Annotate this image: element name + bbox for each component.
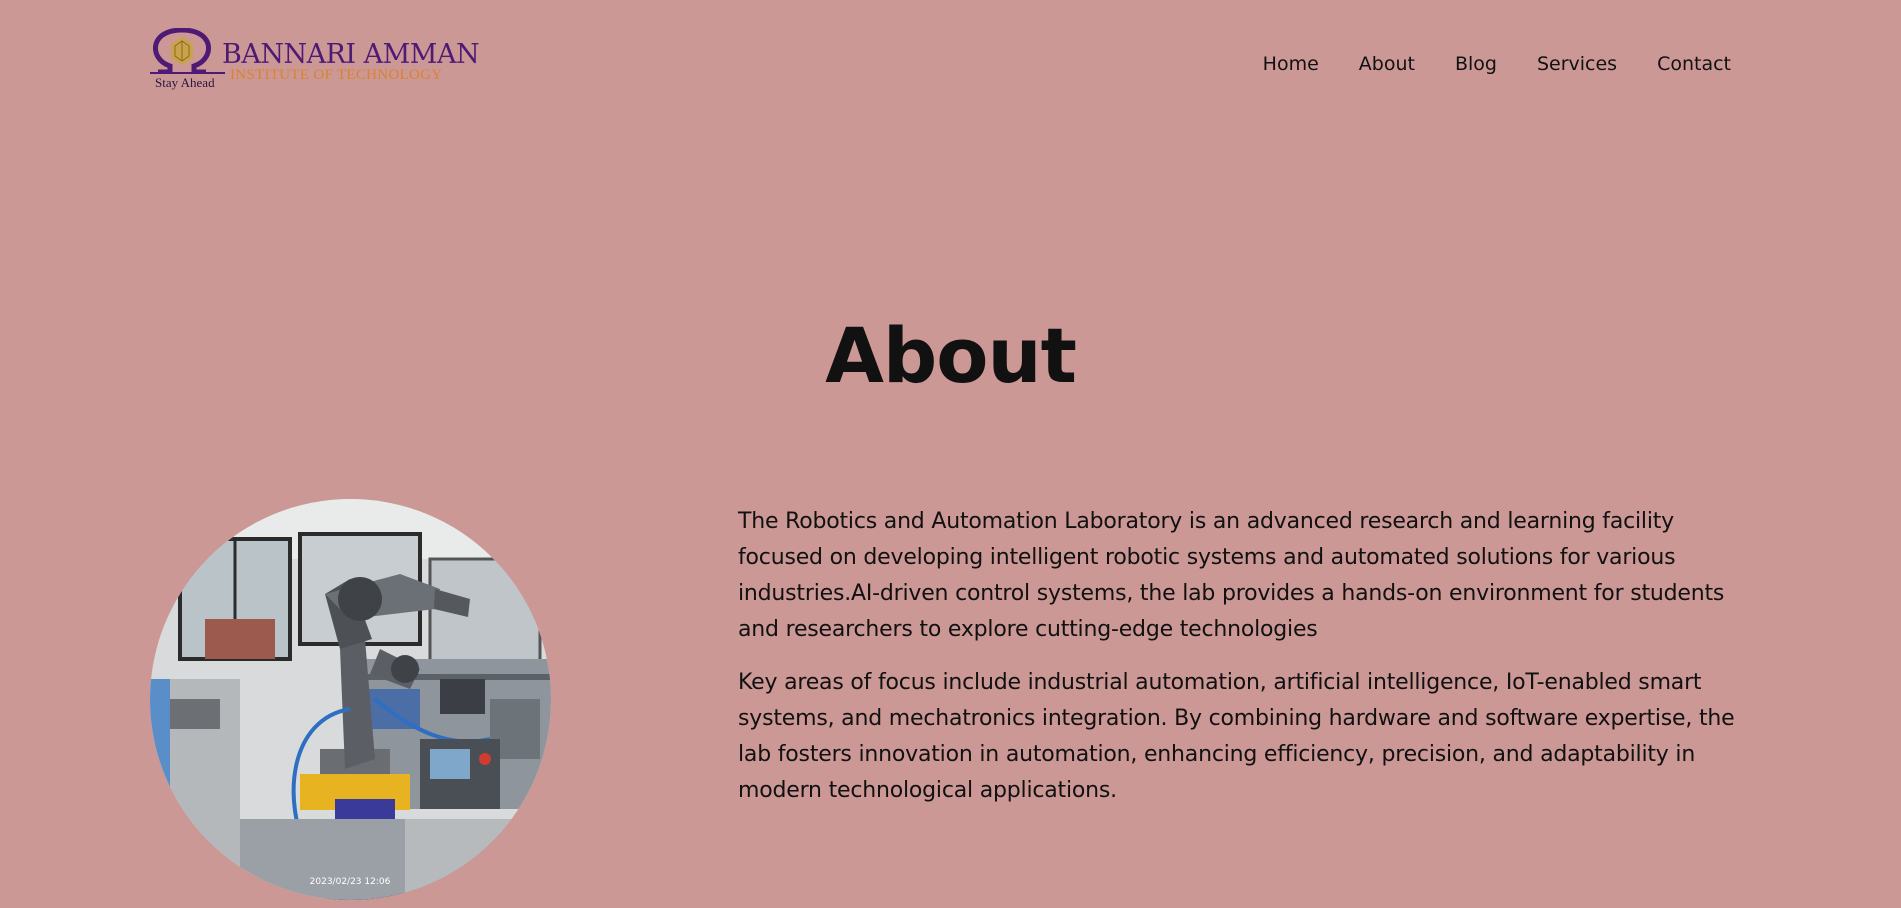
logo-subtitle: INSTITUTE OF TECHNOLOGY <box>230 67 443 83</box>
logo-divider <box>150 72 225 74</box>
logo-tagline: Stay Ahead <box>155 75 215 90</box>
about-content: The Robotics and Automation Laboratory i… <box>738 504 1758 826</box>
page-title-text: About <box>825 311 1077 400</box>
robot-arm-image: 2023/02/23 12:06 <box>150 499 551 900</box>
about-paragraph-1: The Robotics and Automation Laboratory i… <box>738 509 1725 642</box>
nav-home[interactable]: Home <box>1263 53 1319 75</box>
omega-emblem-icon <box>153 28 211 74</box>
main-nav: Home About Blog Services Contact <box>1263 53 1731 75</box>
nav-blog[interactable]: Blog <box>1455 53 1497 75</box>
logo-name: BANNARI AMMAN <box>222 39 480 70</box>
nav-contact[interactable]: Contact <box>1657 53 1731 75</box>
page: BANNARI AMMAN INSTITUTE OF TECHNOLOGY St… <box>0 0 1901 908</box>
lab-photo: 2023/02/23 12:06 <box>150 499 551 900</box>
institute-logo[interactable]: BANNARI AMMAN INSTITUTE OF TECHNOLOGY St… <box>150 28 480 90</box>
page-title: About <box>0 318 1901 394</box>
photo-timestamp: 2023/02/23 12:06 <box>310 877 391 887</box>
nav-about[interactable]: About <box>1359 53 1415 75</box>
about-paragraph-2: Key areas of focus include industrial au… <box>738 670 1735 803</box>
nav-services[interactable]: Services <box>1537 53 1617 75</box>
